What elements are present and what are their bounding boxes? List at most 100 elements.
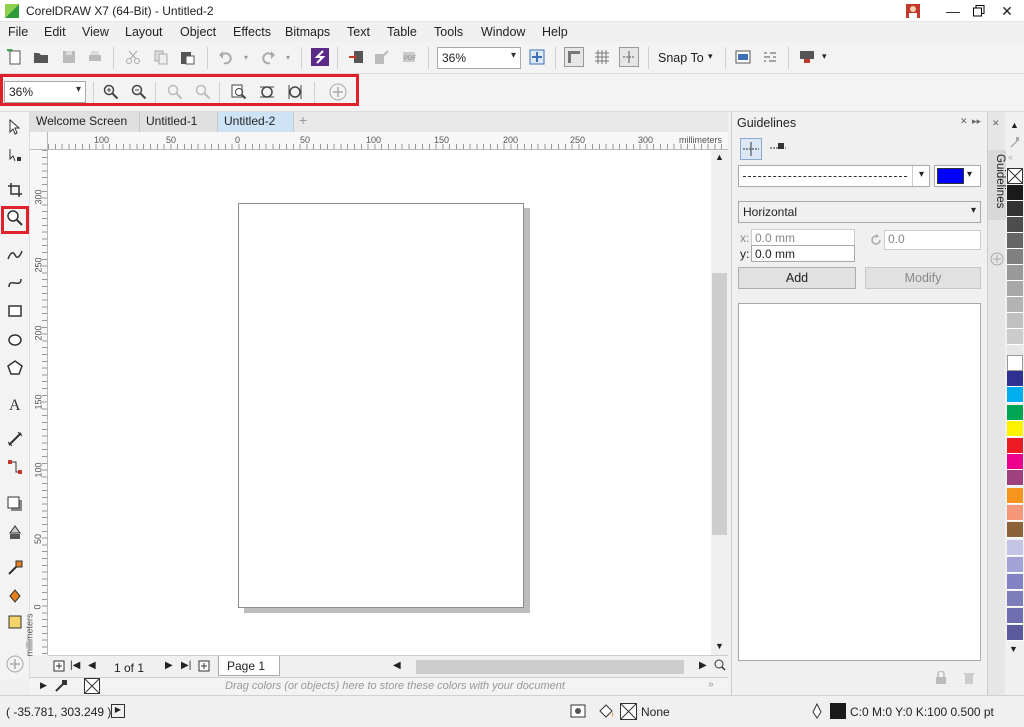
palette-swatch[interactable] <box>1007 313 1023 329</box>
color-well-arrow-icon[interactable]: ▶ <box>40 680 47 691</box>
undo-icon[interactable] <box>216 47 236 67</box>
publish-pdf-icon[interactable]: PDF <box>399 47 419 67</box>
next-page-icon[interactable]: ▶ <box>165 660 173 671</box>
eyedropper-icon[interactable] <box>54 679 68 696</box>
guide-preset-icon[interactable] <box>740 138 762 160</box>
snap-to-dropdown-icon[interactable]: ▾ <box>708 51 713 62</box>
close-button[interactable]: ✕ <box>990 0 1024 22</box>
add-docker-plus-icon[interactable] <box>990 252 1004 269</box>
lock-guide-icon[interactable] <box>768 138 790 160</box>
insert-page-before-icon[interactable] <box>53 660 65 675</box>
corel-connect-icon[interactable] <box>310 47 330 67</box>
parallel-dimension-tool-icon[interactable] <box>5 429 25 449</box>
color-well-scroll-icon[interactable]: » <box>708 679 714 690</box>
menu-effects[interactable]: Effects <box>233 25 271 39</box>
status-flyout-arrow-icon[interactable]: ▶ <box>111 704 125 718</box>
polygon-tool-icon[interactable] <box>5 358 25 378</box>
palette-swatch[interactable] <box>1007 265 1023 281</box>
last-page-icon[interactable]: ▶| <box>181 660 191 671</box>
pick-tool-icon[interactable] <box>5 117 25 137</box>
first-page-icon[interactable]: |◀ <box>70 660 80 671</box>
palette-swatch[interactable] <box>1007 505 1023 521</box>
palette-swatch[interactable] <box>1007 557 1023 573</box>
rectangle-tool-icon[interactable] <box>5 301 25 321</box>
no-fill-swatch[interactable] <box>1007 168 1023 184</box>
redo-icon[interactable] <box>258 47 278 67</box>
tab-untitled-2[interactable]: Untitled-2 <box>218 112 294 132</box>
palette-swatch[interactable] <box>1007 217 1023 233</box>
smart-drawing-tool-icon[interactable] <box>5 273 25 293</box>
application-launcher-icon[interactable] <box>733 47 753 67</box>
palette-swatch[interactable] <box>1007 405 1023 421</box>
full-screen-preview-icon[interactable] <box>527 47 547 67</box>
document-page[interactable] <box>238 203 524 608</box>
palette-scroll-down-icon[interactable]: ▼ <box>1009 644 1018 654</box>
palette-swatch[interactable] <box>1007 488 1023 504</box>
palette-swatch[interactable] <box>1007 522 1023 538</box>
document-color-well[interactable]: ▶ Drag colors (or objects) here to store… <box>30 677 728 695</box>
transparency-tool-icon[interactable] <box>5 522 25 542</box>
palette-flyout-icon[interactable]: « <box>1008 152 1013 162</box>
color-eyedropper-tool-icon[interactable] <box>5 558 25 578</box>
scroll-left-icon[interactable]: ◀ <box>393 660 401 671</box>
scroll-up-icon[interactable]: ▲ <box>715 152 724 162</box>
docker-close-icon[interactable]: ✕ <box>960 116 968 127</box>
palette-swatch[interactable] <box>1007 540 1023 556</box>
palette-scroll-up-icon[interactable]: ▲ <box>1010 120 1019 130</box>
menu-text[interactable]: Text <box>347 25 370 39</box>
options-icon[interactable] <box>760 47 780 67</box>
ellipse-tool-icon[interactable] <box>5 330 25 350</box>
scroll-right-icon[interactable]: ▶ <box>699 660 707 671</box>
page-tab[interactable]: Page 1 <box>218 656 280 676</box>
menu-tools[interactable]: Tools <box>434 25 463 39</box>
scroll-down-icon[interactable]: ▼ <box>715 641 724 651</box>
menu-window[interactable]: Window <box>481 25 525 39</box>
user-profile-icon[interactable] <box>896 0 930 22</box>
modify-guide-button[interactable]: Modify <box>865 267 981 289</box>
drop-shadow-tool-icon[interactable] <box>5 494 25 514</box>
outline-pen-icon[interactable] <box>810 702 824 722</box>
palette-swatch[interactable] <box>1007 201 1023 217</box>
redo-dropdown-icon[interactable]: ▾ <box>278 47 298 67</box>
show-guidelines-icon[interactable] <box>619 47 639 67</box>
y-position-input[interactable]: 0.0 mm <box>751 245 855 262</box>
palette-swatch[interactable] <box>1007 608 1023 624</box>
docker-collapse-icon[interactable]: ▸▸ <box>972 116 981 127</box>
add-guide-button[interactable]: Add <box>738 267 856 289</box>
menu-bitmaps[interactable]: Bitmaps <box>285 25 330 39</box>
guide-line-style-combo[interactable]: ▾ <box>738 165 930 187</box>
palette-swatch[interactable] <box>1007 329 1023 345</box>
tab-welcome-screen[interactable]: Welcome Screen <box>30 112 140 132</box>
document-color-settings-icon[interactable] <box>570 704 586 721</box>
palette-swatch[interactable] <box>1007 574 1023 590</box>
palette-swatch[interactable] <box>1007 371 1023 387</box>
palette-swatch[interactable] <box>1007 470 1023 486</box>
palette-swatch[interactable] <box>1007 185 1023 201</box>
horizontal-ruler[interactable]: 100 50 0 50 100 150 200 250 300 millimet… <box>48 132 728 150</box>
palette-swatch[interactable] <box>1007 355 1023 371</box>
palette-swatch[interactable] <box>1007 438 1023 454</box>
guides-list[interactable] <box>738 303 981 661</box>
palette-swatch[interactable] <box>1007 421 1023 437</box>
menu-edit[interactable]: Edit <box>44 25 66 39</box>
show-grid-icon[interactable] <box>592 47 612 67</box>
palette-swatch[interactable] <box>1007 249 1023 265</box>
previous-page-icon[interactable]: ◀ <box>88 660 96 671</box>
freehand-tool-icon[interactable] <box>5 245 25 265</box>
delete-icon[interactable] <box>963 671 975 688</box>
menu-help[interactable]: Help <box>542 25 568 39</box>
x-position-input[interactable]: 0.0 mm <box>751 229 855 246</box>
export-icon[interactable] <box>372 47 392 67</box>
palette-swatch[interactable] <box>1007 625 1023 641</box>
menu-table[interactable]: Table <box>387 25 417 39</box>
palette-swatch[interactable] <box>1007 281 1023 297</box>
quick-customize-icon[interactable] <box>797 47 817 67</box>
cut-icon[interactable] <box>123 47 143 67</box>
undo-dropdown-icon[interactable]: ▾ <box>236 47 256 67</box>
tab-guidelines-docker[interactable]: Guidelines <box>988 150 1006 220</box>
tab-untitled-1[interactable]: Untitled-1 <box>140 112 218 132</box>
import-icon[interactable] <box>346 47 366 67</box>
snap-to-label[interactable]: Snap To <box>658 51 704 65</box>
menu-view[interactable]: View <box>82 25 109 39</box>
ruler-origin[interactable] <box>30 132 48 150</box>
